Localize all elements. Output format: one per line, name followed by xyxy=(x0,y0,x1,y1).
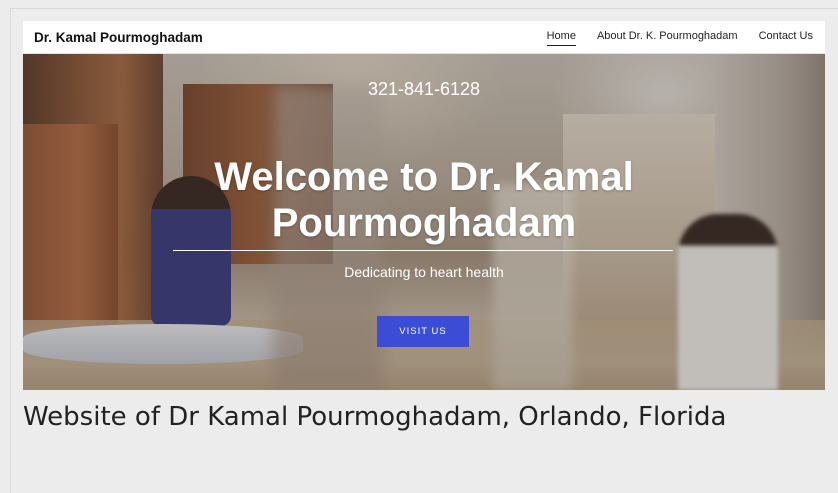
nav-link-contact[interactable]: Contact Us xyxy=(759,30,813,46)
nav-link-home[interactable]: Home xyxy=(546,30,576,46)
visit-us-button[interactable]: VISIT US xyxy=(377,316,469,347)
hero-headline-line-2: Pourmoghadam xyxy=(271,201,577,245)
hero-headline: Welcome to Dr. Kamal Pourmoghadam xyxy=(23,154,825,246)
hero-phone-number[interactable]: 321-841-6128 xyxy=(23,79,825,100)
website-screenshot: Dr. Kamal Pourmoghadam Home About Dr. K.… xyxy=(23,21,825,390)
hero-headline-line-1: Welcome to Dr. Kamal xyxy=(214,155,634,199)
site-brand[interactable]: Dr. Kamal Pourmoghadam xyxy=(34,30,203,45)
navbar: Dr. Kamal Pourmoghadam Home About Dr. K.… xyxy=(23,21,825,54)
hero-tagline: Dedicating to heart health xyxy=(344,264,504,280)
nav-link-about[interactable]: About Dr. K. Pourmoghadam xyxy=(597,30,738,46)
hero-divider xyxy=(173,250,673,251)
hero-section: 321-841-6128 Welcome to Dr. Kamal Pourmo… xyxy=(23,54,825,390)
nav-links: Home About Dr. K. Pourmoghadam Contact U… xyxy=(546,30,813,46)
image-caption: Website of Dr Kamal Pourmoghadam, Orland… xyxy=(23,402,727,432)
